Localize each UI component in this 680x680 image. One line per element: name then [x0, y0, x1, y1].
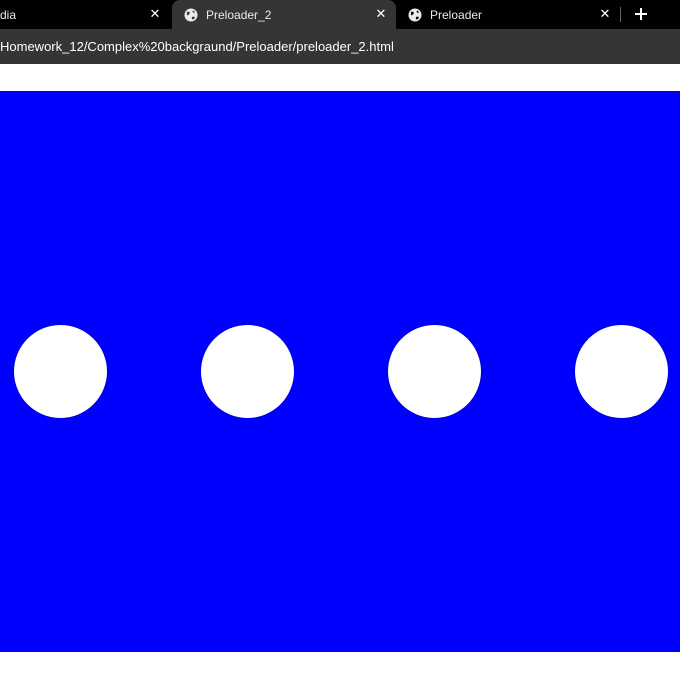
- tab-preloader-2[interactable]: Preloader_2 ✕: [172, 0, 396, 29]
- url-text[interactable]: Homework_12/Complex%20backgraund/Preload…: [0, 39, 394, 54]
- tab-title: dia: [0, 7, 17, 22]
- close-icon[interactable]: ✕: [598, 7, 612, 21]
- tab-strip: dia ✕ Preloader_2 ✕ Preloader ✕: [0, 0, 680, 29]
- address-bar[interactable]: Homework_12/Complex%20backgraund/Preload…: [0, 29, 680, 64]
- loader-dot: [388, 325, 481, 418]
- loader-dot: [575, 325, 668, 418]
- tab-title: Preloader: [430, 7, 483, 22]
- loader-dot: [14, 325, 107, 418]
- loader-dot: [201, 325, 294, 418]
- close-icon[interactable]: ✕: [374, 7, 388, 21]
- globe-icon: [408, 8, 422, 21]
- tab-separator: [620, 7, 621, 22]
- plus-icon[interactable]: [632, 5, 650, 23]
- preloader-stage: [0, 91, 680, 652]
- tab-media[interactable]: dia ✕: [0, 0, 172, 29]
- globe-icon: [184, 8, 198, 21]
- tab-title: Preloader_2: [206, 7, 272, 22]
- browser-window: dia ✕ Preloader_2 ✕ Preloader ✕ Homework…: [0, 0, 680, 680]
- page-viewport: [0, 64, 680, 680]
- tab-preloader[interactable]: Preloader ✕: [396, 0, 620, 29]
- close-icon[interactable]: ✕: [148, 7, 162, 21]
